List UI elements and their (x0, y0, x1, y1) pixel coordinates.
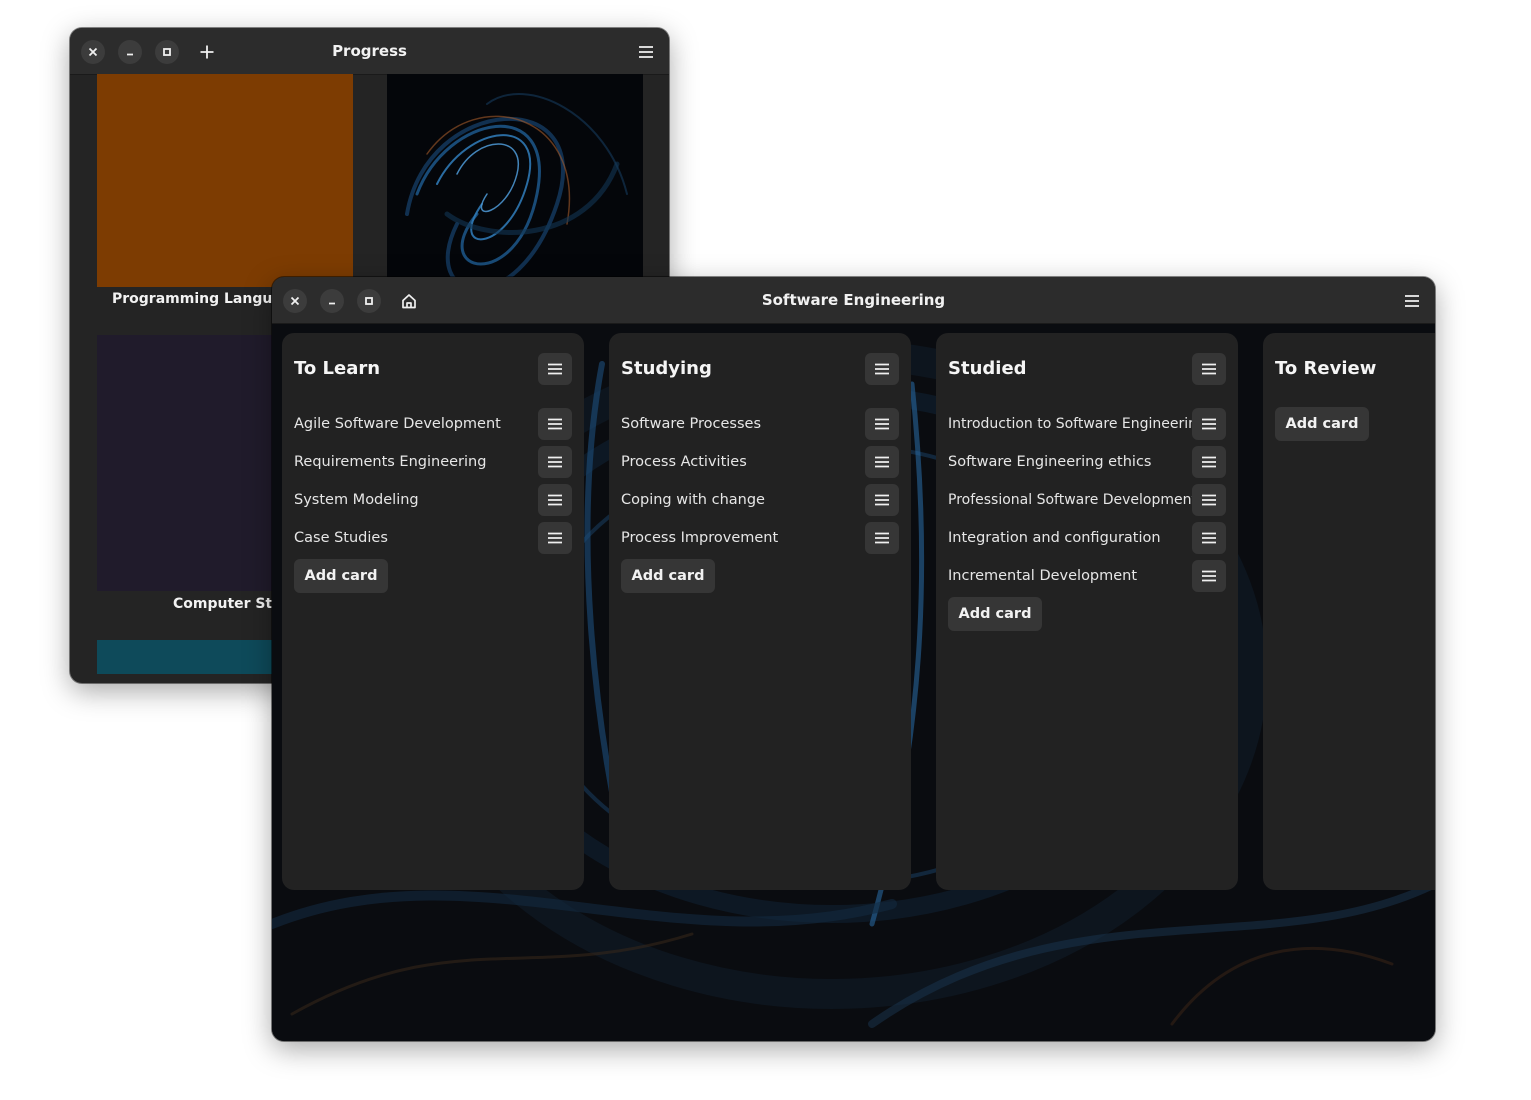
card-label[interactable]: Integration and configuration (948, 520, 1161, 556)
hamburger-menu-icon (1202, 570, 1216, 582)
hamburger-menu-icon (1202, 494, 1216, 506)
card[interactable]: Software Engineering ethics (948, 444, 1226, 480)
window-title: Progress (332, 42, 407, 60)
card-menu-button[interactable] (1192, 560, 1226, 592)
card-menu-button[interactable] (865, 446, 899, 478)
column-title: To Review (1275, 358, 1377, 379)
card-label[interactable]: Professional Software Development (948, 482, 1197, 518)
board-tile[interactable] (387, 74, 643, 287)
card[interactable]: Process Activities (621, 444, 899, 480)
column-menu-button[interactable] (1192, 353, 1226, 385)
column-studying: Studying Software Processes Process Acti… (609, 333, 911, 890)
hamburger-menu-icon (548, 456, 562, 468)
hamburger-menu-icon (1202, 456, 1216, 468)
add-card-button[interactable]: Add card (294, 559, 388, 593)
card-label[interactable]: Agile Software Development (294, 406, 501, 442)
card[interactable]: Integration and configuration (948, 520, 1226, 556)
column-to-learn: To Learn Agile Software Development Requ… (282, 333, 584, 890)
card-menu-button[interactable] (1192, 408, 1226, 440)
board-window: Software Engineering To Learn Agile Soft… (272, 277, 1435, 1041)
board-title[interactable]: Computer Stuf (173, 596, 288, 612)
hamburger-menu-icon (1202, 363, 1216, 375)
hamburger-menu-icon (639, 46, 653, 58)
column-menu-button[interactable] (538, 353, 572, 385)
hamburger-menu-icon (548, 494, 562, 506)
card-menu-button[interactable] (1192, 446, 1226, 478)
card-menu-button[interactable] (538, 446, 572, 478)
card-menu-button[interactable] (538, 408, 572, 440)
card-label[interactable]: Process Improvement (621, 520, 778, 556)
card-menu-button[interactable] (538, 522, 572, 554)
card-label[interactable]: Software Processes (621, 406, 761, 442)
add-card-button[interactable]: Add card (948, 597, 1042, 631)
card[interactable]: Requirements Engineering (294, 444, 572, 480)
hamburger-menu-icon (548, 418, 562, 430)
card-label[interactable]: Introduction to Software Engineering (948, 406, 1206, 442)
hamburger-menu-icon (875, 418, 889, 430)
window-title: Software Engineering (761, 291, 946, 309)
board-tile[interactable] (97, 74, 353, 287)
main-menu-button[interactable] (1397, 286, 1427, 316)
card-menu-button[interactable] (1192, 484, 1226, 516)
card[interactable]: Process Improvement (621, 520, 899, 556)
add-card-button[interactable]: Add card (621, 559, 715, 593)
hamburger-menu-icon (875, 532, 889, 544)
column-title: Studied (948, 358, 1027, 379)
card-menu-button[interactable] (865, 522, 899, 554)
column-title: To Learn (294, 358, 381, 379)
add-card-button[interactable]: Add card (1275, 407, 1369, 441)
card-label[interactable]: Software Engineering ethics (948, 444, 1152, 480)
hamburger-menu-icon (1202, 418, 1216, 430)
card-menu-button[interactable] (1192, 522, 1226, 554)
column-studied: Studied Introduction to Software Enginee… (936, 333, 1238, 890)
card[interactable]: Introduction to Software Engineering (948, 406, 1226, 442)
card[interactable]: Professional Software Development (948, 482, 1226, 518)
hamburger-menu-icon (875, 494, 889, 506)
card-label[interactable]: Case Studies (294, 520, 388, 556)
card-label[interactable]: Process Activities (621, 444, 747, 480)
card[interactable]: Coping with change (621, 482, 899, 518)
board-titlebar: Software Engineering (272, 277, 1435, 324)
hamburger-menu-icon (875, 456, 889, 468)
card[interactable]: Software Processes (621, 406, 899, 442)
column-to-review: To Review Add card (1263, 333, 1435, 890)
card-menu-button[interactable] (865, 484, 899, 516)
card-label[interactable]: Coping with change (621, 482, 765, 518)
card-label[interactable]: Requirements Engineering (294, 444, 486, 480)
card-menu-button[interactable] (865, 408, 899, 440)
card[interactable]: Incremental Development (948, 558, 1226, 594)
card-label[interactable]: Incremental Development (948, 558, 1137, 594)
main-menu-button[interactable] (631, 37, 661, 67)
card-label[interactable]: System Modeling (294, 482, 419, 518)
card[interactable]: Agile Software Development (294, 406, 572, 442)
hamburger-menu-icon (548, 363, 562, 375)
column-title: Studying (621, 358, 712, 379)
board-background-image (387, 74, 643, 287)
card[interactable]: System Modeling (294, 482, 572, 518)
hamburger-menu-icon (548, 532, 562, 544)
hamburger-menu-icon (1202, 532, 1216, 544)
card[interactable]: Case Studies (294, 520, 572, 556)
progress-titlebar: Progress (70, 28, 669, 75)
hamburger-menu-icon (1405, 295, 1419, 307)
card-menu-button[interactable] (538, 484, 572, 516)
column-menu-button[interactable] (865, 353, 899, 385)
hamburger-menu-icon (875, 363, 889, 375)
